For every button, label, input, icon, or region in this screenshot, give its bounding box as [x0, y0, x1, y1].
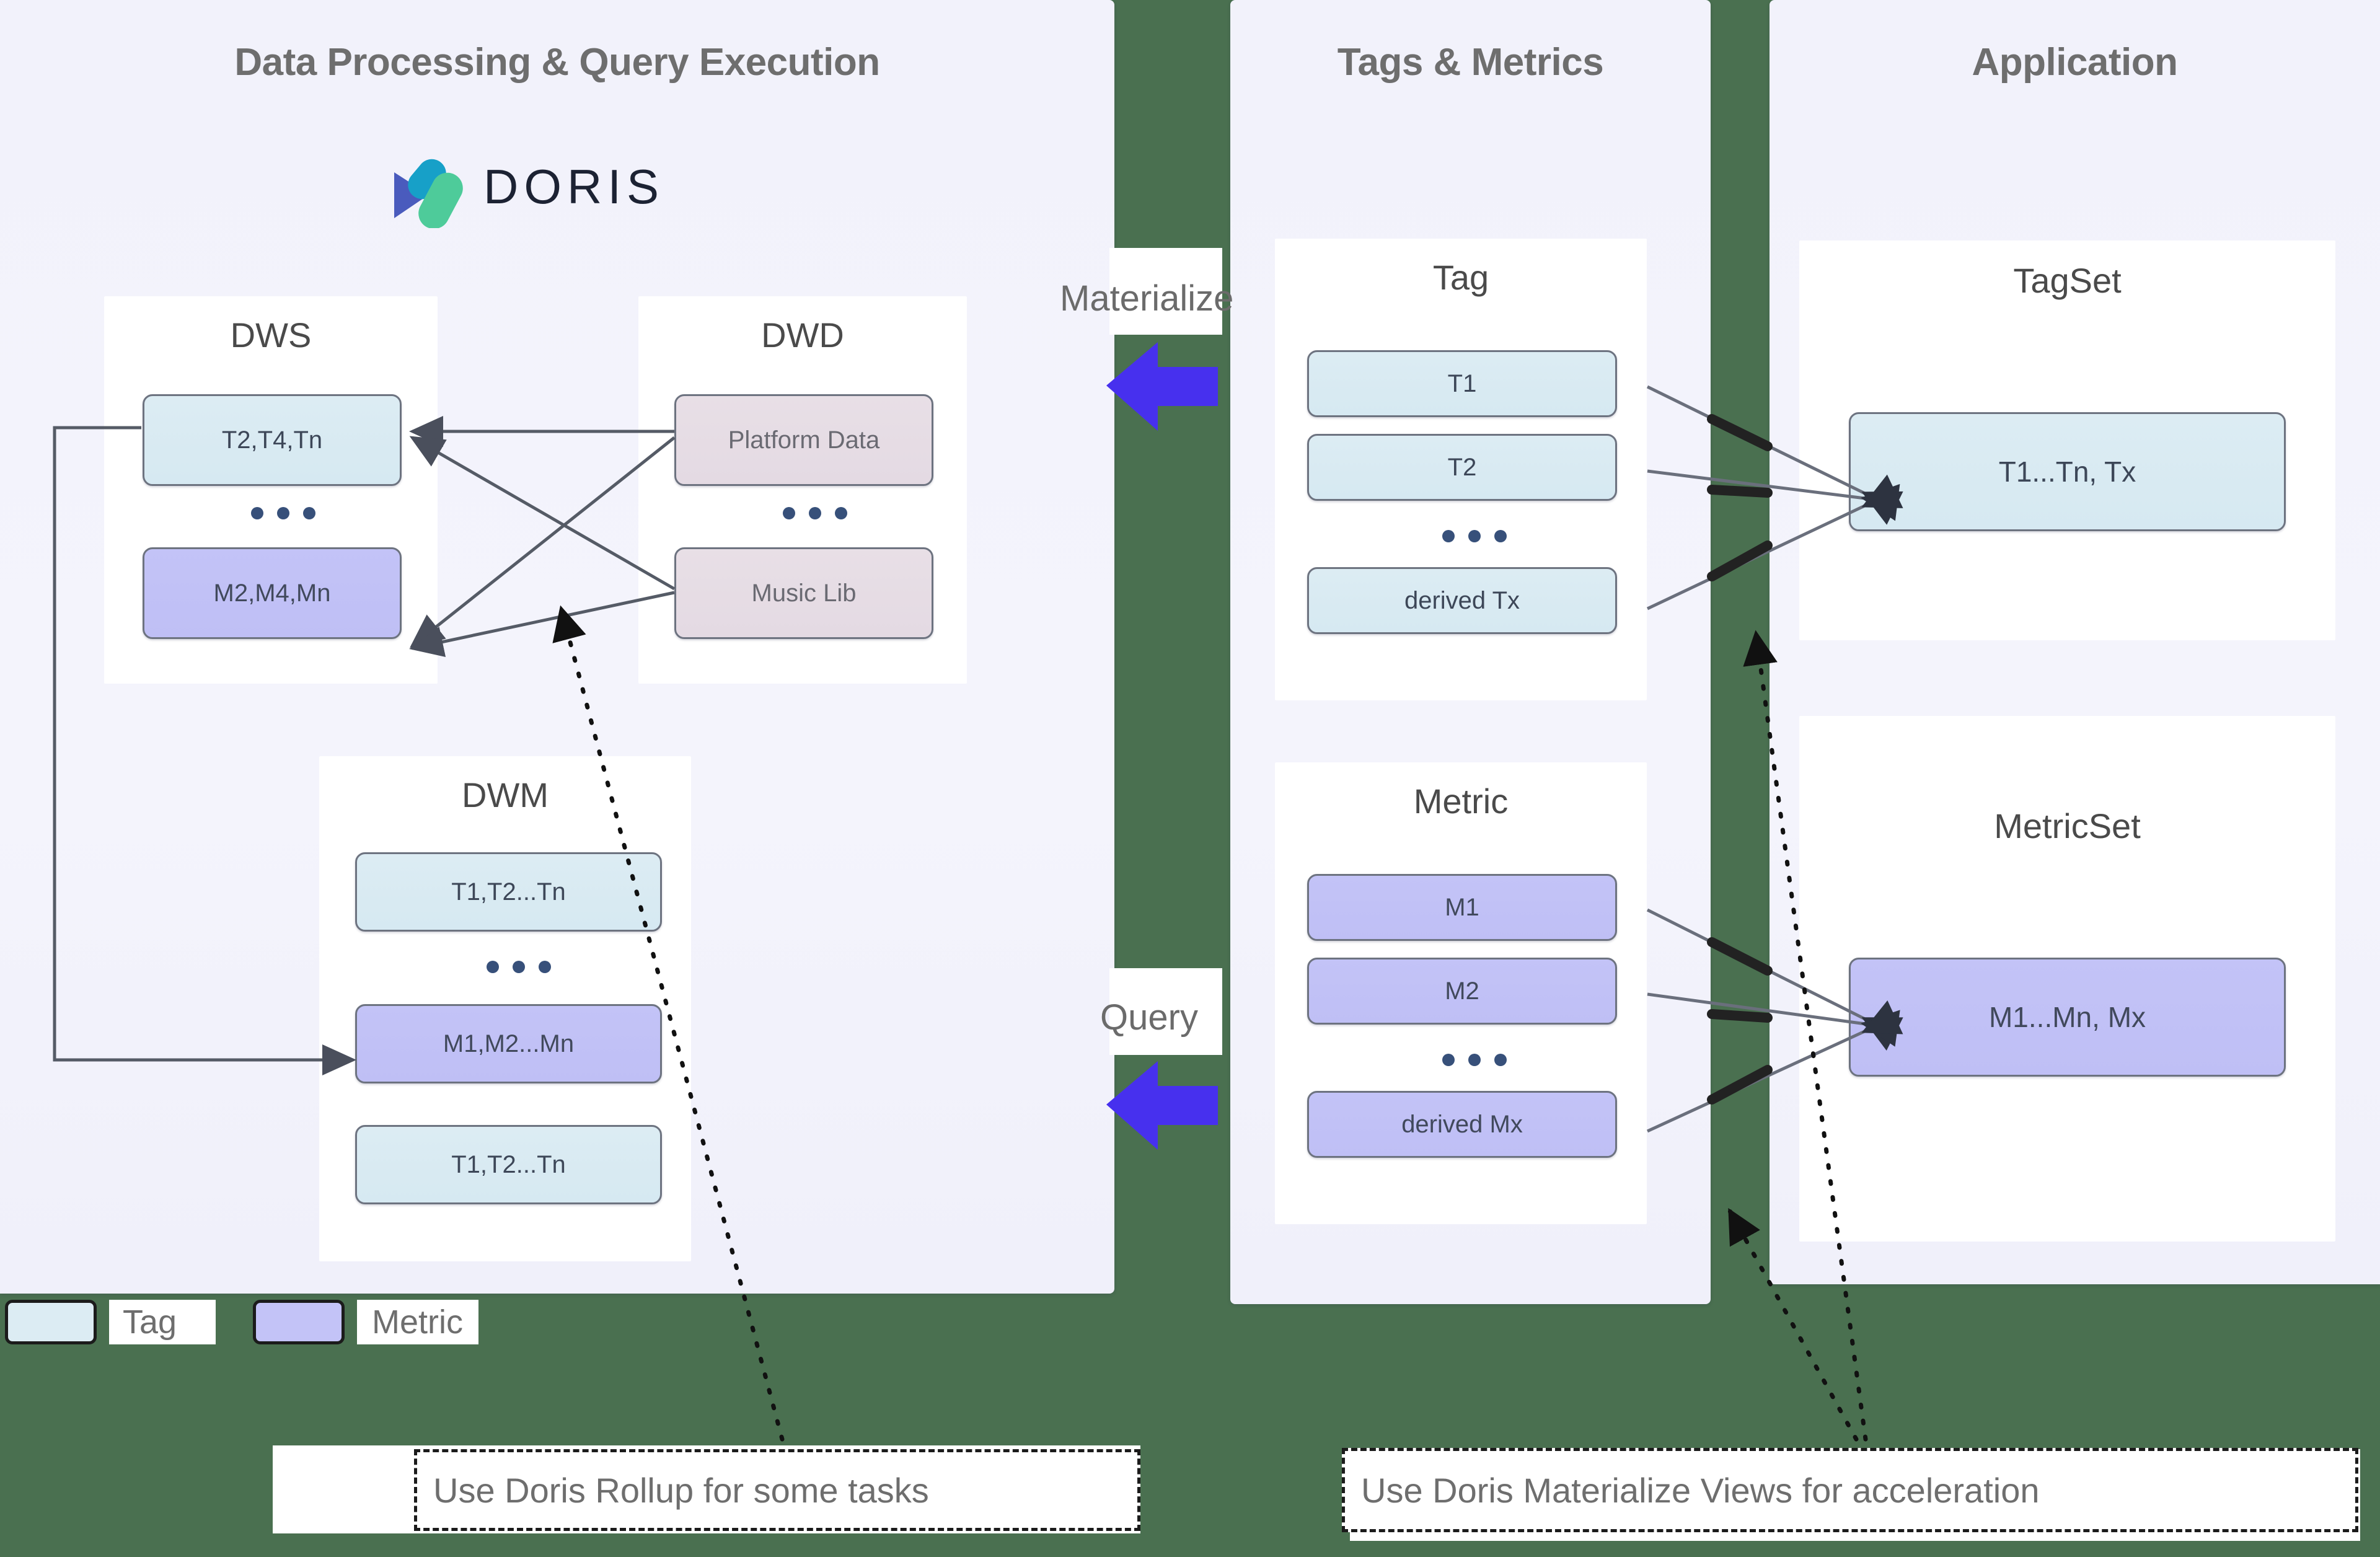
group-title-metricset: MetricSet — [1994, 806, 2141, 845]
legend-swatch-metric — [253, 1300, 345, 1344]
materialize-arrow-icon — [1106, 342, 1218, 431]
materialize-label: Materialize — [1060, 278, 1234, 319]
group-tag: Tag T1 T2 derived Tx — [1275, 239, 1647, 700]
legend-label-metric: Metric — [372, 1303, 463, 1341]
group-title-dwm: DWM — [462, 775, 549, 814]
panel-tags-metrics: Tags & Metrics Tag T1 T2 derived Tx Metr… — [1230, 0, 1711, 1304]
link-m2-gutter-overlay — [1707, 1009, 1773, 1023]
group-title-tagset: TagSet — [2013, 261, 2122, 300]
group-tagset: TagSet T1...Tn, Tx — [1799, 240, 2335, 640]
panel-title-data-processing: Data Processing & Query Execution — [234, 41, 880, 84]
group-dws: DWS T2,T4,Tn M2,M4,Mn — [104, 296, 438, 684]
link-mx-gutter-overlay — [1707, 1065, 1773, 1105]
group-dwd: DWD Platform Data Music Lib — [638, 296, 967, 684]
query-arrow-icon — [1106, 1061, 1218, 1150]
doris-wordmark: DORIS — [483, 159, 665, 214]
node-tag-t2[interactable]: T2 — [1307, 434, 1617, 501]
ellipsis-dwm — [487, 961, 551, 973]
doris-logo-icon: DORIS — [390, 154, 676, 229]
node-tag-derived-tx[interactable]: derived Tx — [1307, 567, 1617, 634]
group-dwm: DWM T1,T2...Tn M1,M2...Mn T1,T2...Tn — [319, 756, 691, 1261]
panel-application: Application TagSet T1...Tn, Tx MetricSet… — [1770, 0, 2380, 1284]
ellipsis-metric — [1442, 1054, 1507, 1066]
node-dwm-tag-top[interactable]: T1,T2...Tn — [355, 852, 662, 932]
ellipsis-tag — [1442, 530, 1507, 542]
node-tagset[interactable]: T1...Tn, Tx — [1849, 412, 2286, 531]
group-title-dwd: DWD — [761, 315, 844, 355]
ellipsis-dwd — [783, 507, 847, 519]
rollup-note: Use Doris Rollup for some tasks — [414, 1449, 1140, 1531]
legend-label-tag: Tag — [123, 1303, 177, 1341]
group-title-tag: Tag — [1432, 258, 1489, 297]
link-t1-gutter-overlay — [1707, 414, 1773, 451]
group-metric: Metric M1 M2 derived Mx — [1275, 762, 1647, 1224]
node-dwd-platform-data[interactable]: Platform Data — [674, 394, 933, 486]
group-metricset: MetricSet M1...Mn, Mx — [1799, 716, 2335, 1242]
query-label: Query — [1100, 997, 1198, 1038]
panel-title-application: Application — [1972, 41, 2178, 84]
node-metric-derived-mx[interactable]: derived Mx — [1307, 1091, 1617, 1158]
link-t2-gutter-overlay — [1707, 485, 1773, 498]
ellipsis-dws — [251, 507, 315, 519]
node-dws-metric[interactable]: M2,M4,Mn — [143, 547, 402, 639]
legend-swatch-tag — [5, 1300, 97, 1344]
node-dwd-music-lib[interactable]: Music Lib — [674, 547, 933, 639]
group-title-dws: DWS — [230, 315, 312, 355]
node-dwm-tag-bottom[interactable]: T1,T2...Tn — [355, 1125, 662, 1204]
node-dws-tag[interactable]: T2,T4,Tn — [143, 394, 402, 486]
node-dwm-metric[interactable]: M1,M2...Mn — [355, 1004, 662, 1083]
materialize-note: Use Doris Materialize Views for accelera… — [1342, 1448, 2358, 1532]
panel-data-processing: Data Processing & Query Execution DORIS … — [0, 0, 1114, 1294]
group-title-metric: Metric — [1413, 782, 1509, 821]
node-metricset[interactable]: M1...Mn, Mx — [1849, 958, 2286, 1077]
link-m1-gutter-overlay — [1707, 937, 1773, 976]
node-metric-m2[interactable]: M2 — [1307, 958, 1617, 1025]
node-tag-t1[interactable]: T1 — [1307, 350, 1617, 417]
panel-title-tags-metrics: Tags & Metrics — [1337, 41, 1604, 84]
diagram-canvas: Data Processing & Query Execution DORIS … — [0, 0, 2380, 1557]
link-tx-gutter-overlay — [1707, 540, 1773, 581]
node-metric-m1[interactable]: M1 — [1307, 874, 1617, 941]
doris-mark-icon — [394, 159, 463, 229]
